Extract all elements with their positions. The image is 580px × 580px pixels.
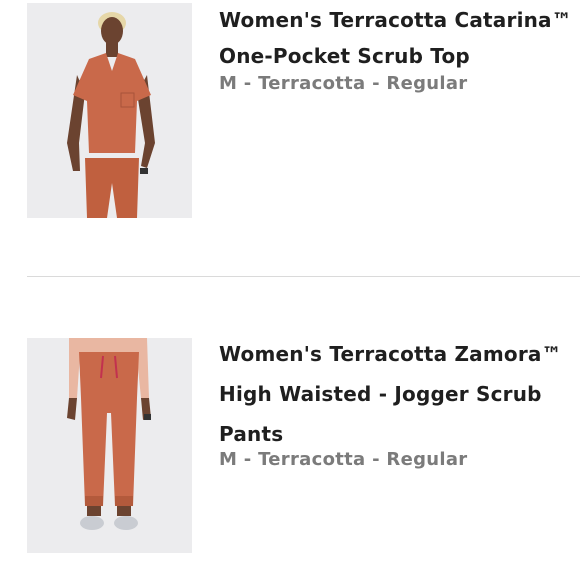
product-title-line[interactable]: Women's Terracotta Zamora™ bbox=[219, 334, 574, 374]
product-title-line[interactable]: High Waisted - Jogger Scrub bbox=[219, 374, 574, 414]
item-divider bbox=[27, 276, 580, 277]
product-variant: M - Terracotta - Regular bbox=[219, 73, 468, 94]
product-info: Women's Terracotta Zamora™ High Waisted … bbox=[219, 334, 574, 472]
product-title-line[interactable]: One-Pocket Scrub Top bbox=[219, 36, 574, 76]
product-variant: M - Terracotta - Regular bbox=[219, 449, 468, 470]
product-info: Women's Terracotta Catarina™ One-Pocket … bbox=[219, 0, 574, 96]
cart-items-list: Women's Terracotta Catarina™ One-Pocket … bbox=[0, 0, 580, 580]
product-title-line[interactable]: Women's Terracotta Catarina™ bbox=[219, 0, 574, 40]
scrub-top-image[interactable] bbox=[27, 3, 192, 218]
scrub-pants-image[interactable] bbox=[27, 338, 192, 553]
